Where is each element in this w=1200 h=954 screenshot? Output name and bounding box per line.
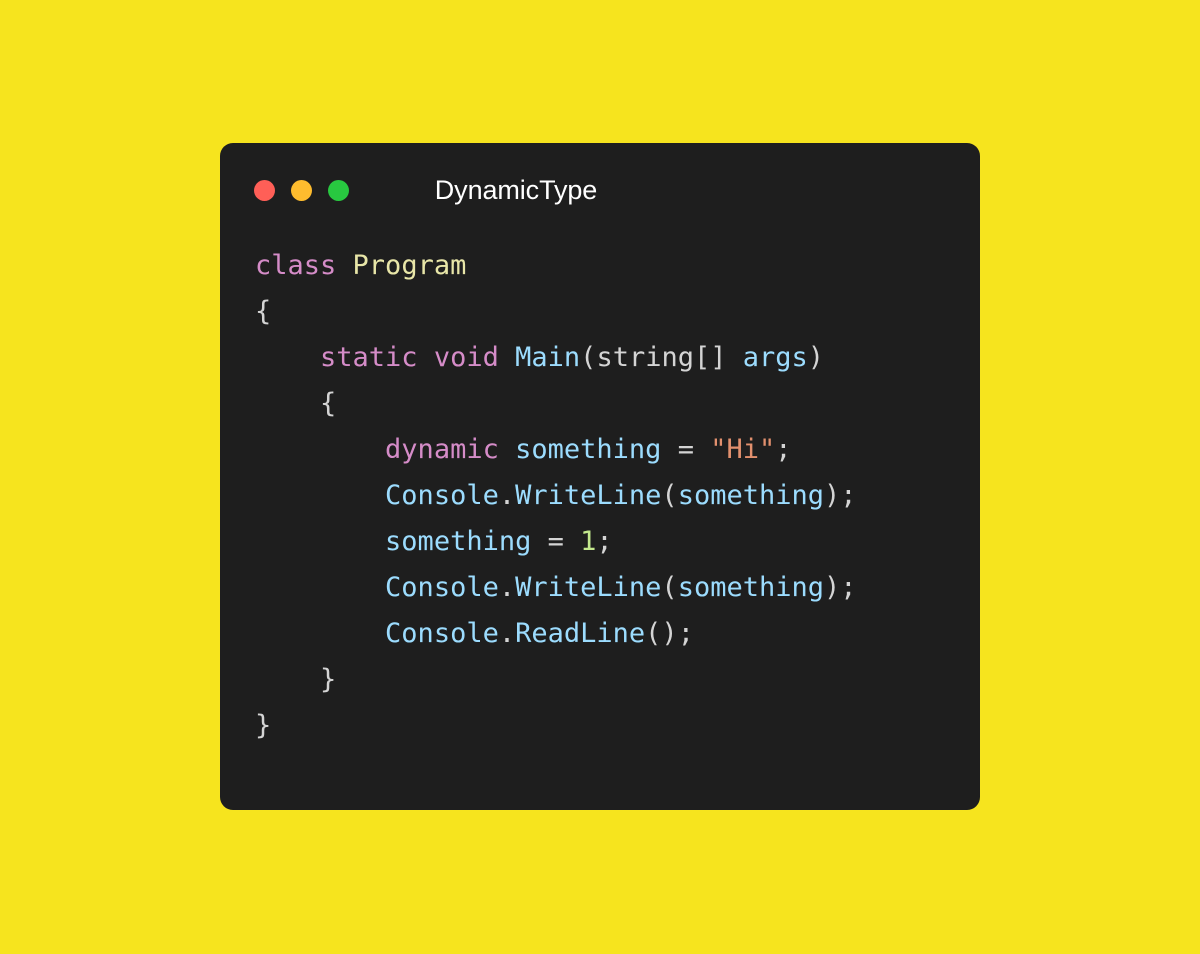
code-token-punct: ): [824, 480, 841, 511]
code-line: something = 1;: [255, 519, 980, 565]
code-token-func: WriteLine: [515, 572, 662, 603]
code-token-plain: string[]: [596, 342, 727, 373]
code-line: Console.ReadLine();: [255, 611, 980, 657]
code-token-punct: .: [498, 618, 516, 649]
code-block: class Program{ static void Main(string[]…: [220, 243, 980, 749]
code-token-punct: (: [645, 618, 662, 649]
code-line: }: [255, 657, 980, 703]
code-line: }: [255, 703, 980, 749]
code-token-ident: args: [742, 342, 808, 373]
code-line: Console.WriteLine(something);: [255, 565, 980, 611]
code-token-punct: ;: [840, 572, 857, 603]
code-token-punct: ): [824, 572, 841, 603]
code-token-punct: (: [661, 572, 678, 603]
code-token-type: Program: [352, 250, 467, 281]
code-token-punct: ;: [840, 480, 857, 511]
code-token-punct: .: [498, 480, 516, 511]
code-token-string: "Hi": [710, 434, 776, 465]
code-token-keyword: dynamic: [385, 434, 499, 465]
code-line: {: [255, 289, 980, 335]
code-token-punct: }: [320, 664, 337, 695]
code-token-func: WriteLine: [515, 480, 662, 511]
code-token-punct: {: [255, 296, 272, 327]
window-title: DynamicType: [434, 175, 598, 205]
screenshot-canvas: DynamicType class Program { static void M…: [0, 0, 1200, 954]
window-titlebar: DynamicType: [220, 143, 980, 243]
code-line: class Program: [255, 243, 980, 289]
code-token-func: Console: [385, 480, 499, 511]
code-token-keyword: void: [433, 342, 499, 373]
code-token-punct: }: [255, 710, 272, 741]
code-token-punct: (: [661, 480, 678, 511]
code-token-punct: =: [677, 434, 694, 465]
code-line: dynamic something = "Hi";: [255, 427, 980, 473]
code-token-punct: (: [580, 342, 597, 373]
code-token-punct: {: [320, 388, 337, 419]
code-token-func: Console: [385, 572, 499, 603]
code-token-func: ReadLine: [515, 618, 646, 649]
code-token-keyword: static: [320, 342, 418, 373]
code-line: Console.WriteLine(something);: [255, 473, 980, 519]
code-token-func: Main: [515, 342, 581, 373]
code-token-keyword: class: [255, 250, 337, 281]
code-token-number: 1: [580, 526, 597, 557]
code-token-func: Console: [385, 618, 499, 649]
code-token-ident: something: [515, 434, 662, 465]
code-token-punct: ): [661, 618, 678, 649]
code-token-punct: =: [547, 526, 564, 557]
code-token-punct: .: [498, 572, 516, 603]
code-token-ident: something: [385, 526, 532, 557]
code-line: static void Main(string[] args): [255, 335, 980, 381]
code-token-punct: ;: [775, 434, 792, 465]
code-token-punct: ): [807, 342, 825, 373]
code-token-ident: something: [677, 480, 824, 511]
code-window: DynamicType class Program { static void M…: [220, 143, 980, 810]
code-token-punct: ;: [677, 618, 694, 649]
code-token-ident: something: [677, 572, 824, 603]
code-line: {: [255, 381, 980, 427]
code-token-punct: ;: [596, 526, 613, 557]
